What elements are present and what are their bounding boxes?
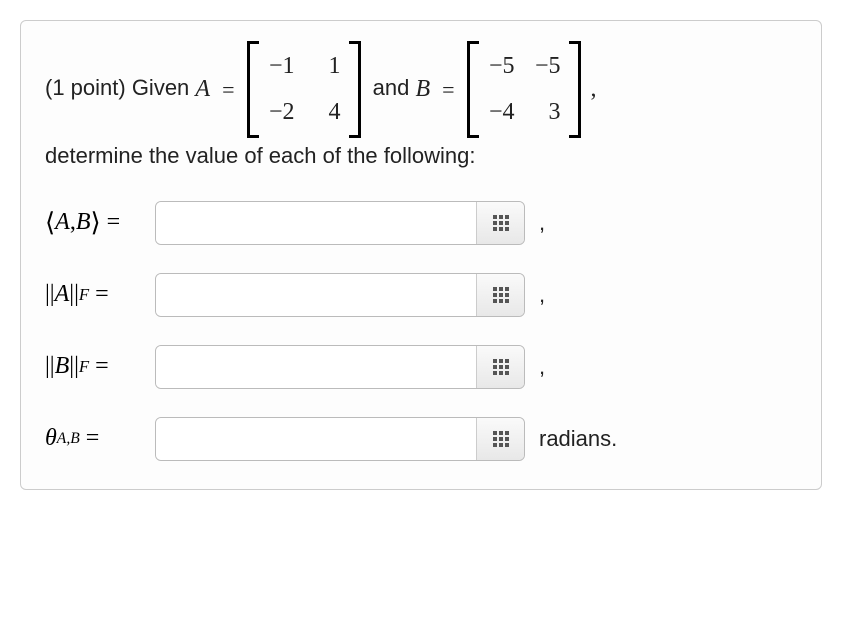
inner-product-row: ⟨ A , B ⟩ = , bbox=[45, 201, 797, 245]
matrix-b-r1c2: −5 bbox=[533, 47, 561, 85]
points-prefix: (1 point) Given bbox=[45, 75, 195, 100]
matrix-b-body: −5 −5 −4 3 bbox=[479, 41, 569, 138]
bracket-right-icon bbox=[569, 41, 581, 138]
equals-b: = bbox=[442, 72, 454, 107]
matrix-a-body: −1 1 −2 4 bbox=[259, 41, 349, 138]
norm-b-label: || B || F = bbox=[45, 353, 155, 380]
norm-b-input-group bbox=[155, 345, 525, 389]
theta-symbol: θ bbox=[45, 425, 57, 452]
matrix-a-r2c2: 4 bbox=[313, 93, 341, 131]
norm-a-equals: = bbox=[95, 281, 109, 308]
followup-text: determine the value of each of the follo… bbox=[45, 143, 476, 168]
norm-b-equals: = bbox=[95, 353, 109, 380]
norm-a-a: A bbox=[55, 281, 70, 308]
between-text: and bbox=[373, 75, 416, 100]
norm-a-input-group bbox=[155, 273, 525, 317]
inner-product-b: B bbox=[76, 209, 91, 236]
keypad-button[interactable] bbox=[476, 202, 524, 244]
norm-a-label: || A || F = bbox=[45, 281, 155, 308]
inner-product-input[interactable] bbox=[156, 202, 476, 244]
matrix-a-label: A bbox=[195, 70, 210, 108]
norm-a-open: || bbox=[45, 281, 55, 308]
theta-label: θ A,B = bbox=[45, 425, 155, 452]
matrix-b-r2c2: 3 bbox=[533, 93, 561, 131]
keypad-button[interactable] bbox=[476, 418, 524, 460]
grid-icon bbox=[493, 431, 509, 447]
norm-b-sub: F bbox=[79, 357, 89, 377]
norm-a-input[interactable] bbox=[156, 274, 476, 316]
matrix-a-r2c1: −2 bbox=[267, 93, 295, 131]
matrix-a: −1 1 −2 4 bbox=[247, 41, 361, 138]
matrix-b-label: B bbox=[415, 70, 430, 108]
inner-product-equals: = bbox=[107, 209, 121, 236]
bracket-left-icon bbox=[247, 41, 259, 138]
bracket-right-icon bbox=[349, 41, 361, 138]
norm-a-row: || A || F = , bbox=[45, 273, 797, 317]
keypad-button[interactable] bbox=[476, 346, 524, 388]
angle-right: ⟩ bbox=[91, 208, 101, 238]
given-b-expression: B = −5 −5 −4 3 , bbox=[415, 41, 596, 138]
theta-input-group bbox=[155, 417, 525, 461]
grid-icon bbox=[493, 287, 509, 303]
trailing-comma-matrices: , bbox=[591, 70, 597, 108]
matrix-a-r1c1: −1 bbox=[267, 47, 295, 85]
norm-a-close: || bbox=[69, 281, 79, 308]
norm-b-b: B bbox=[55, 353, 70, 380]
norm-b-trailing: , bbox=[539, 354, 545, 380]
theta-input[interactable] bbox=[156, 418, 476, 460]
matrix-b-r2c1: −4 bbox=[487, 93, 515, 131]
theta-sub: A,B bbox=[57, 430, 80, 448]
theta-equals: = bbox=[86, 425, 100, 452]
angle-left: ⟨ bbox=[45, 208, 55, 238]
norm-b-close: || bbox=[69, 353, 79, 380]
bracket-left-icon bbox=[467, 41, 479, 138]
inner-product-trailing: , bbox=[539, 210, 545, 236]
inner-product-input-group bbox=[155, 201, 525, 245]
inner-product-label: ⟨ A , B ⟩ = bbox=[45, 208, 155, 238]
theta-trailing: radians. bbox=[539, 426, 617, 452]
norm-a-sub: F bbox=[79, 285, 89, 305]
norm-b-input[interactable] bbox=[156, 346, 476, 388]
matrix-b-r1c1: −5 bbox=[487, 47, 515, 85]
grid-icon bbox=[493, 215, 509, 231]
matrix-a-r1c2: 1 bbox=[313, 47, 341, 85]
given-a-expression: A = −1 1 −2 4 bbox=[195, 41, 366, 138]
matrix-b: −5 −5 −4 3 bbox=[467, 41, 581, 138]
problem-container: (1 point) Given A = −1 1 −2 4 and B = bbox=[20, 20, 822, 490]
theta-row: θ A,B = radians. bbox=[45, 417, 797, 461]
norm-b-row: || B || F = , bbox=[45, 345, 797, 389]
question-text: (1 point) Given A = −1 1 −2 4 and B = bbox=[45, 41, 797, 173]
keypad-button[interactable] bbox=[476, 274, 524, 316]
inner-product-a: A bbox=[55, 209, 70, 236]
norm-a-trailing: , bbox=[539, 282, 545, 308]
norm-b-open: || bbox=[45, 353, 55, 380]
grid-icon bbox=[493, 359, 509, 375]
equals-a: = bbox=[222, 72, 234, 107]
